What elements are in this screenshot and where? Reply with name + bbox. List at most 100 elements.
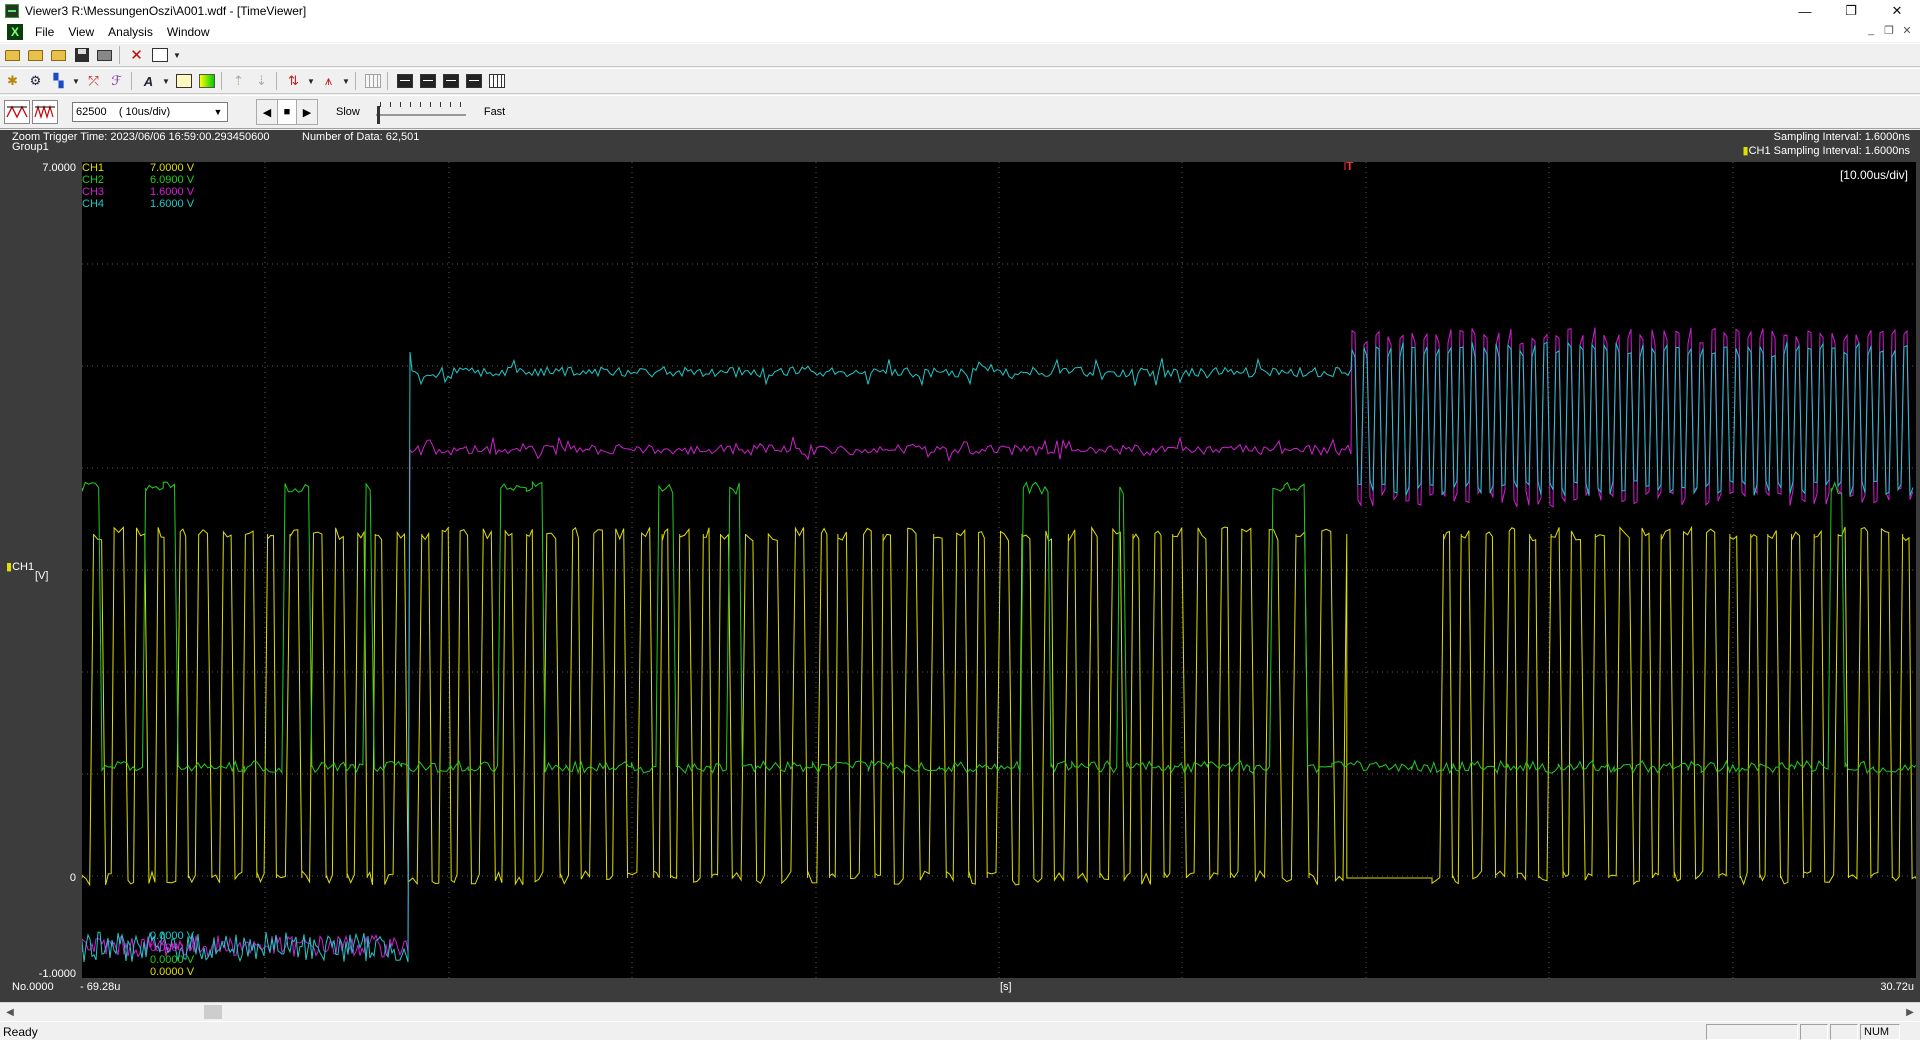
scroll-thumb[interactable] [204,1005,222,1019]
multi-wave-icon [34,104,55,120]
xy-button[interactable]: ⤱ [83,71,104,91]
mdi-restore-button[interactable]: ❐ [1880,24,1898,40]
ch4-legend-name: CH4 [82,198,105,210]
color-button[interactable] [196,71,217,91]
waveform-plot[interactable]: [10.00us/div] T CH1 7.0000 V CH2 6.0900 … [82,162,1916,978]
annotation-button[interactable]: A [138,71,159,91]
cursor-tool-button[interactable]: ✱ [2,71,23,91]
fft-icon: ℱ [111,73,122,88]
group-label: Group1 [12,141,49,153]
list-button[interactable] [362,71,383,91]
table-view-icon [488,74,505,88]
stop-button[interactable]: ■ [277,100,297,124]
ch2-legend-bottom: 0.0000 V [150,954,195,966]
layout-icon [151,48,168,62]
view-waveform-button[interactable] [394,71,415,91]
layout-button[interactable] [149,45,170,65]
ch3-legend-top: 1.6000 V [150,186,195,198]
edge-search-button[interactable]: ⇅ [283,71,304,91]
delete-icon: ✕ [130,47,143,64]
close-button[interactable]: ✕ [1874,0,1920,22]
sampling-interval: Sampling Interval: 1.6000ns [1773,131,1910,143]
open-button[interactable] [25,45,46,65]
ch3-legend-bottom: 0.0000 V [150,942,195,954]
trigger-marker: T [1346,162,1354,173]
cursor-icon: ✱ [7,73,18,88]
note-button[interactable] [173,71,194,91]
list-icon [364,74,381,88]
mdi-close-button[interactable]: ✕ [1898,24,1916,40]
group-prev-button[interactable]: ⇡ [228,71,249,91]
y-axis-zero-label: 0 [69,872,76,884]
scroll-right-button[interactable]: ▶ [1902,1004,1918,1020]
time-viewer: Zoom Trigger Time: 2023/06/06 16:59:00.2… [0,130,1920,1002]
menu-view[interactable]: View [61,25,101,39]
ch1-legend-name: CH1 [82,162,105,174]
maximize-button[interactable]: ❐ [1828,0,1874,22]
single-wave-button[interactable] [4,100,30,124]
layout-dropdown[interactable]: ▼ [172,45,182,65]
signal-button[interactable]: ▚ [48,71,69,91]
chevron-right-icon: ▶ [1906,1006,1914,1018]
view-multi-button[interactable] [440,71,461,91]
view-xy-button[interactable] [463,71,484,91]
settings-icon: ⚙ [29,73,42,88]
slider-thumb[interactable] [376,106,380,124]
annotation-dropdown[interactable]: ▼ [161,71,171,91]
ch2-legend-top: 6.0900 V [150,174,195,186]
play-forward-button[interactable]: ▶ [297,100,317,124]
main-toolbar: ✕ ▼ [0,43,1920,67]
menu-file[interactable]: File [28,25,61,39]
color-icon [198,74,215,88]
zoom-select[interactable]: 62500 ( 10us/div) ▼ [72,102,228,122]
note-icon [175,74,192,88]
print-button[interactable] [94,45,115,65]
toolbar-separator [276,72,277,90]
delete-button[interactable]: ✕ [126,45,147,65]
view-split-button[interactable] [417,71,438,91]
document-icon[interactable]: X [7,24,23,40]
group-next-button[interactable]: ⇣ [251,71,272,91]
window-title: Viewer3 R:\MessungenOszi\A001.wdf - [Tim… [25,4,307,18]
x-start-value: - 69.28u [80,981,121,993]
save-button[interactable] [71,45,92,65]
mdi-minimize-button[interactable]: _ [1862,24,1880,40]
zoom-select-value: 62500 ( 10us/div) [76,106,171,118]
view-table-button[interactable] [486,71,507,91]
pattern-search-button[interactable]: ⩚ [318,71,339,91]
signal-dropdown[interactable]: ▼ [71,71,81,91]
single-wave-icon [6,105,28,119]
fast-label: Fast [483,106,506,118]
play-reverse-button[interactable]: ◀ [257,100,277,124]
split-view-icon [419,74,436,88]
new-button[interactable] [2,45,23,65]
pattern-icon: ⩚ [324,73,333,88]
text-icon: A [143,73,154,89]
status-text: Ready [3,1025,38,1039]
scroll-left-button[interactable]: ◀ [2,1004,18,1020]
status-pane-1 [1706,1024,1798,1040]
slider-track [375,114,466,116]
x-unit-label: [s] [1000,981,1012,993]
pattern-search-dropdown[interactable]: ▼ [341,71,351,91]
playback-controls: ◀ ■ ▶ [256,99,318,125]
folder-icon [51,49,66,61]
menu-analysis[interactable]: Analysis [101,25,160,39]
status-pane-2 [1800,1024,1828,1040]
time-axis: No.0000 - 69.28u [s] 30.72u [0,979,1920,997]
y-axis-channel: ▮CH1 [6,560,34,573]
speed-slider[interactable] [375,100,466,124]
multi-wave-button[interactable] [32,100,58,124]
title-bar: Viewer3 R:\MessungenOszi\A001.wdf - [Tim… [0,0,1920,22]
arrow-up-icon: ⇡ [233,73,244,88]
open-folder-icon [28,49,43,61]
open-group-button[interactable] [48,45,69,65]
menu-window[interactable]: Window [160,25,217,39]
channel-settings-button[interactable]: ⚙ [25,71,46,91]
status-pane-3 [1830,1024,1858,1040]
edge-search-dropdown[interactable]: ▼ [306,71,316,91]
fft-button[interactable]: ℱ [106,71,127,91]
waveform-canvas[interactable] [82,162,1916,978]
minimize-button[interactable]: — [1782,0,1828,22]
horizontal-scrollbar[interactable]: ◀ ▶ [0,1002,1920,1020]
